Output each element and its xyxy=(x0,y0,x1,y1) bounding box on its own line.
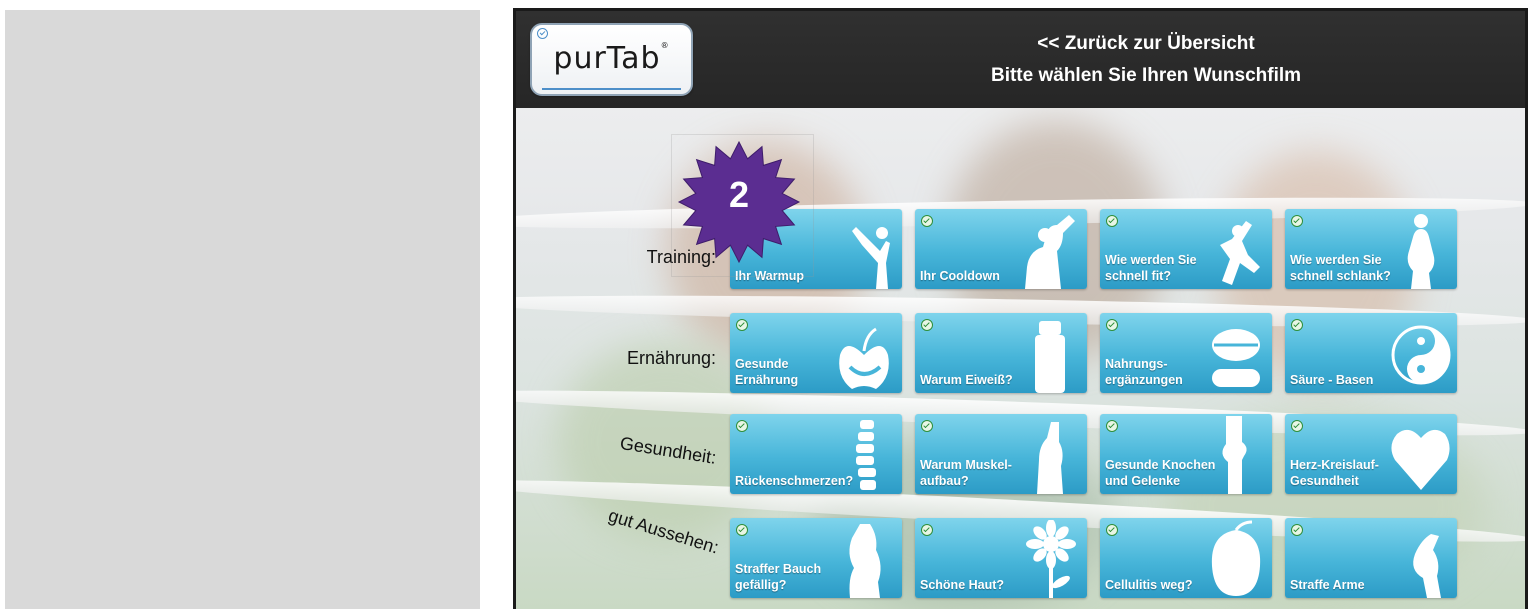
tile-label: Wie werden Sie schnell fit? xyxy=(1105,253,1197,283)
app-window: purTab® << Zurück zur Übersicht Bitte wä… xyxy=(513,8,1528,609)
tile-label: Cellulitis weg? xyxy=(1105,578,1193,592)
checkmark-icon xyxy=(1291,524,1303,536)
tile-label: Warum Muskel-aufbau? xyxy=(920,458,1012,488)
purtab-logo[interactable]: purTab® xyxy=(530,23,693,96)
tile-muskelaufbau[interactable]: Warum Muskel-aufbau? xyxy=(915,414,1087,494)
tile-label: Rückenschmerzen? xyxy=(735,474,854,488)
checkmark-icon xyxy=(921,420,933,432)
checkmark-icon xyxy=(1291,319,1303,331)
tile-herz-kreislauf[interactable]: Herz-Kreislauf- Gesundheit xyxy=(1285,414,1457,494)
tile-nahrungsergaenzungen[interactable]: Nahrungs-ergänzungen xyxy=(1100,313,1272,393)
checkmark-icon xyxy=(1291,420,1303,432)
app-content: purTab® << Zurück zur Übersicht Bitte wä… xyxy=(516,11,1525,609)
tile-straffe-arme[interactable]: Straffe Arme xyxy=(1285,518,1457,598)
tile-label: Straffer Bauch gefällig? xyxy=(735,562,822,592)
badge-number: 2 xyxy=(728,174,750,215)
tile-label: Wie werden Sie schnell schlank? xyxy=(1290,253,1391,283)
left-blank-panel xyxy=(5,10,480,609)
tile-saeure-basen[interactable]: Säure - Basen xyxy=(1285,313,1457,393)
row-label-ernaehrung: Ernährung: xyxy=(626,348,716,368)
checkmark-icon xyxy=(1106,319,1118,331)
logo-text: purTab® xyxy=(553,41,670,76)
page-subtitle: Bitte wählen Sie Ihren Wunschfilm xyxy=(990,65,1302,86)
checkmark-icon xyxy=(1106,420,1118,432)
logo-underline xyxy=(542,88,681,90)
tile-label: Herz-Kreislauf- Gesundheit xyxy=(1290,458,1379,488)
tile-eiweiss[interactable]: Warum Eiweiß? xyxy=(915,313,1087,393)
tile-rueckenschmerzen[interactable]: Rückenschmerzen? xyxy=(730,414,902,494)
tile-label: Straffe Arme xyxy=(1290,578,1365,592)
checkmark-icon xyxy=(1106,215,1118,227)
tile-gesunde-ernaehrung[interactable]: Gesunde Ernährung xyxy=(730,313,902,393)
tile-label: Schöne Haut? xyxy=(920,578,1005,592)
tile-label: Ihr Cooldown xyxy=(920,269,1000,283)
checkmark-icon xyxy=(921,524,933,536)
tile-label: Gesunde Knochen und Gelenke xyxy=(1105,458,1216,488)
back-to-overview-link[interactable]: << Zurück zur Übersicht xyxy=(916,33,1376,55)
tile-straffer-bauch[interactable]: Straffer Bauch gefällig? xyxy=(730,518,902,598)
checkmark-icon xyxy=(537,28,548,39)
tile-schoene-haut[interactable]: Schöne Haut? xyxy=(915,518,1087,598)
tile-schnell-schlank[interactable]: Wie werden Sie schnell schlank? xyxy=(1285,209,1457,289)
tile-cellulitis[interactable]: Cellulitis weg? xyxy=(1100,518,1272,598)
tile-schnell-fit[interactable]: Wie werden Sie schnell fit? xyxy=(1100,209,1272,289)
checkmark-icon xyxy=(1106,524,1118,536)
tile-label: Nahrungs-ergänzungen xyxy=(1105,357,1183,387)
tile-label: Warum Eiweiß? xyxy=(920,373,1013,387)
tile-cooldown[interactable]: Ihr Cooldown xyxy=(915,209,1087,289)
checkmark-icon xyxy=(736,319,748,331)
checkmark-icon xyxy=(921,215,933,227)
checkmark-icon xyxy=(736,420,748,432)
checkmark-icon xyxy=(1291,215,1303,227)
checkmark-icon xyxy=(736,524,748,536)
tile-label: Säure - Basen xyxy=(1290,373,1374,387)
tile-knochen-gelenke[interactable]: Gesunde Knochen und Gelenke xyxy=(1100,414,1272,494)
checkmark-icon xyxy=(921,319,933,331)
tile-label: Gesunde Ernährung xyxy=(735,357,799,387)
header-bar: purTab® << Zurück zur Übersicht Bitte wä… xyxy=(516,11,1525,108)
